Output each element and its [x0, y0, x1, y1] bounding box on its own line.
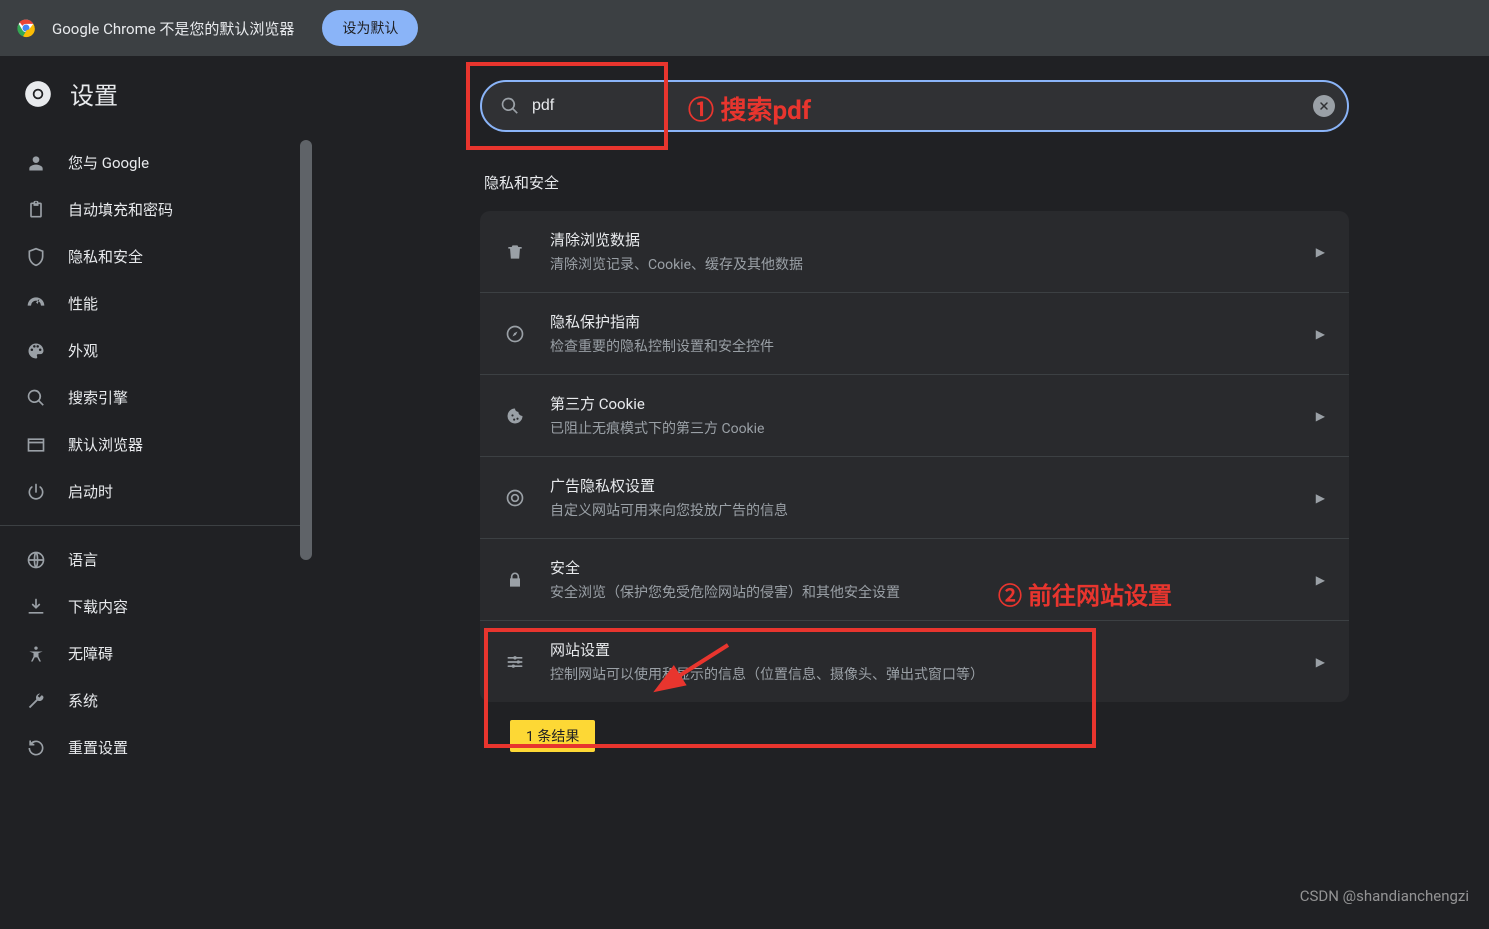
- row-privacy-guide[interactable]: 隐私保护指南 检查重要的隐私控制设置和安全控件 ▶: [480, 293, 1349, 375]
- row-title: 广告隐私权设置: [550, 475, 1316, 496]
- sidebar-item-label: 您与 Google: [68, 152, 149, 173]
- search-wrap: [480, 80, 1349, 132]
- palette-icon: [26, 341, 46, 361]
- chevron-right-icon: ▶: [1316, 573, 1325, 587]
- clipboard-icon: [26, 200, 46, 220]
- sidebar-item-reset[interactable]: 重置设置: [0, 724, 300, 771]
- chevron-right-icon: ▶: [1316, 327, 1325, 341]
- row-ad-privacy[interactable]: 广告隐私权设置 自定义网站可用来向您投放广告的信息 ▶: [480, 457, 1349, 539]
- chevron-right-icon: ▶: [1316, 655, 1325, 669]
- sidebar-item-performance[interactable]: 性能: [0, 280, 300, 327]
- sidebar-item-language[interactable]: 语言: [0, 536, 300, 583]
- chevron-right-icon: ▶: [1316, 409, 1325, 423]
- row-subtitle: 检查重要的隐私控制设置和安全控件: [550, 336, 1316, 356]
- sidebar-item-search-engine[interactable]: 搜索引擎: [0, 374, 300, 421]
- person-icon: [26, 153, 46, 173]
- sidebar-item-you-google[interactable]: 您与 Google: [0, 139, 300, 186]
- lock-icon: [504, 569, 526, 591]
- row-site-settings[interactable]: 网站设置 控制网站可以使用和显示的信息（位置信息、摄像头、弹出式窗口等） ▶: [480, 621, 1349, 702]
- sidebar-item-label: 外观: [68, 340, 98, 361]
- row-subtitle: 已阻止无痕模式下的第三方 Cookie: [550, 418, 1316, 438]
- row-clear-data[interactable]: 清除浏览数据 清除浏览记录、Cookie、缓存及其他数据 ▶: [480, 211, 1349, 293]
- clear-search-button[interactable]: [1313, 95, 1335, 117]
- search-input[interactable]: [532, 97, 1297, 115]
- banner-text: Google Chrome 不是您的默认浏览器: [52, 18, 294, 39]
- sidebar-item-privacy[interactable]: 隐私和安全: [0, 233, 300, 280]
- sidebar-item-system[interactable]: 系统: [0, 677, 300, 724]
- row-security[interactable]: 安全 安全浏览（保护您免受危险网站的侵害）和其他安全设置 ▶: [480, 539, 1349, 621]
- sidebar-item-label: 系统: [68, 690, 98, 711]
- sidebar-item-accessibility[interactable]: 无障碍: [0, 630, 300, 677]
- globe-icon: [26, 550, 46, 570]
- scrollbar[interactable]: [300, 140, 312, 560]
- set-default-button[interactable]: 设为默认: [322, 10, 418, 46]
- sidebar-item-default-browser[interactable]: 默认浏览器: [0, 421, 300, 468]
- row-third-party-cookies[interactable]: 第三方 Cookie 已阻止无痕模式下的第三方 Cookie ▶: [480, 375, 1349, 457]
- chrome-icon: [16, 18, 36, 38]
- sidebar-item-startup[interactable]: 启动时: [0, 468, 300, 515]
- sidebar-item-label: 性能: [68, 293, 98, 314]
- trash-icon: [504, 241, 526, 263]
- sidebar-item-label: 启动时: [68, 481, 113, 502]
- default-browser-banner: Google Chrome 不是您的默认浏览器 设为默认: [0, 0, 1489, 56]
- page-title: 设置: [70, 76, 118, 111]
- accessibility-icon: [26, 644, 46, 664]
- wrench-icon: [26, 691, 46, 711]
- watermark: CSDN @shandianchengzi: [1300, 887, 1469, 905]
- chrome-logo-icon: [24, 80, 52, 108]
- sidebar-item-label: 下载内容: [68, 596, 128, 617]
- sidebar-item-appearance[interactable]: 外观: [0, 327, 300, 374]
- search-icon: [26, 388, 46, 408]
- sidebar: 设置 您与 Google 自动填充和密码 隐私和安全 性能 外观 搜索引擎: [0, 56, 300, 929]
- sidebar-item-label: 无障碍: [68, 643, 113, 664]
- sidebar-item-label: 重置设置: [68, 737, 128, 758]
- nav-group-secondary: 语言 下载内容 无障碍 系统 重置设置: [0, 532, 300, 775]
- row-title: 安全: [550, 557, 1316, 578]
- search-result-count-badge: 1 条结果: [510, 720, 595, 752]
- search-box[interactable]: [480, 80, 1349, 132]
- sidebar-item-label: 隐私和安全: [68, 246, 143, 267]
- sidebar-item-label: 自动填充和密码: [68, 199, 173, 220]
- sidebar-item-label: 语言: [68, 549, 98, 570]
- reset-icon: [26, 738, 46, 758]
- row-subtitle: 安全浏览（保护您免受危险网站的侵害）和其他安全设置: [550, 582, 1316, 602]
- gauge-icon: [26, 294, 46, 314]
- row-subtitle: 控制网站可以使用和显示的信息（位置信息、摄像头、弹出式窗口等）: [550, 664, 1316, 684]
- search-icon: [500, 96, 520, 116]
- row-title: 隐私保护指南: [550, 311, 1316, 332]
- sidebar-item-label: 默认浏览器: [68, 434, 143, 455]
- compass-icon: [504, 323, 526, 345]
- row-subtitle: 清除浏览记录、Cookie、缓存及其他数据: [550, 254, 1316, 274]
- sidebar-divider: [0, 525, 300, 526]
- window-icon: [26, 435, 46, 455]
- section-title: 隐私和安全: [484, 172, 1349, 193]
- sidebar-item-downloads[interactable]: 下载内容: [0, 583, 300, 630]
- row-title: 第三方 Cookie: [550, 393, 1316, 414]
- settings-header: 设置: [0, 56, 300, 135]
- row-title: 网站设置: [550, 639, 1316, 660]
- power-icon: [26, 482, 46, 502]
- download-icon: [26, 597, 46, 617]
- shield-icon: [26, 247, 46, 267]
- row-subtitle: 自定义网站可用来向您投放广告的信息: [550, 500, 1316, 520]
- ads-icon: [504, 487, 526, 509]
- chevron-right-icon: ▶: [1316, 491, 1325, 505]
- main-content: 隐私和安全 清除浏览数据 清除浏览记录、Cookie、缓存及其他数据 ▶ 隐私保…: [320, 56, 1489, 929]
- sidebar-item-label: 搜索引擎: [68, 387, 128, 408]
- sliders-icon: [504, 651, 526, 673]
- chevron-right-icon: ▶: [1316, 245, 1325, 259]
- privacy-card: 清除浏览数据 清除浏览记录、Cookie、缓存及其他数据 ▶ 隐私保护指南 检查…: [480, 211, 1349, 702]
- cookie-icon: [504, 405, 526, 427]
- sidebar-item-autofill[interactable]: 自动填充和密码: [0, 186, 300, 233]
- row-title: 清除浏览数据: [550, 229, 1316, 250]
- nav-group-primary: 您与 Google 自动填充和密码 隐私和安全 性能 外观 搜索引擎 默认浏览器: [0, 135, 300, 519]
